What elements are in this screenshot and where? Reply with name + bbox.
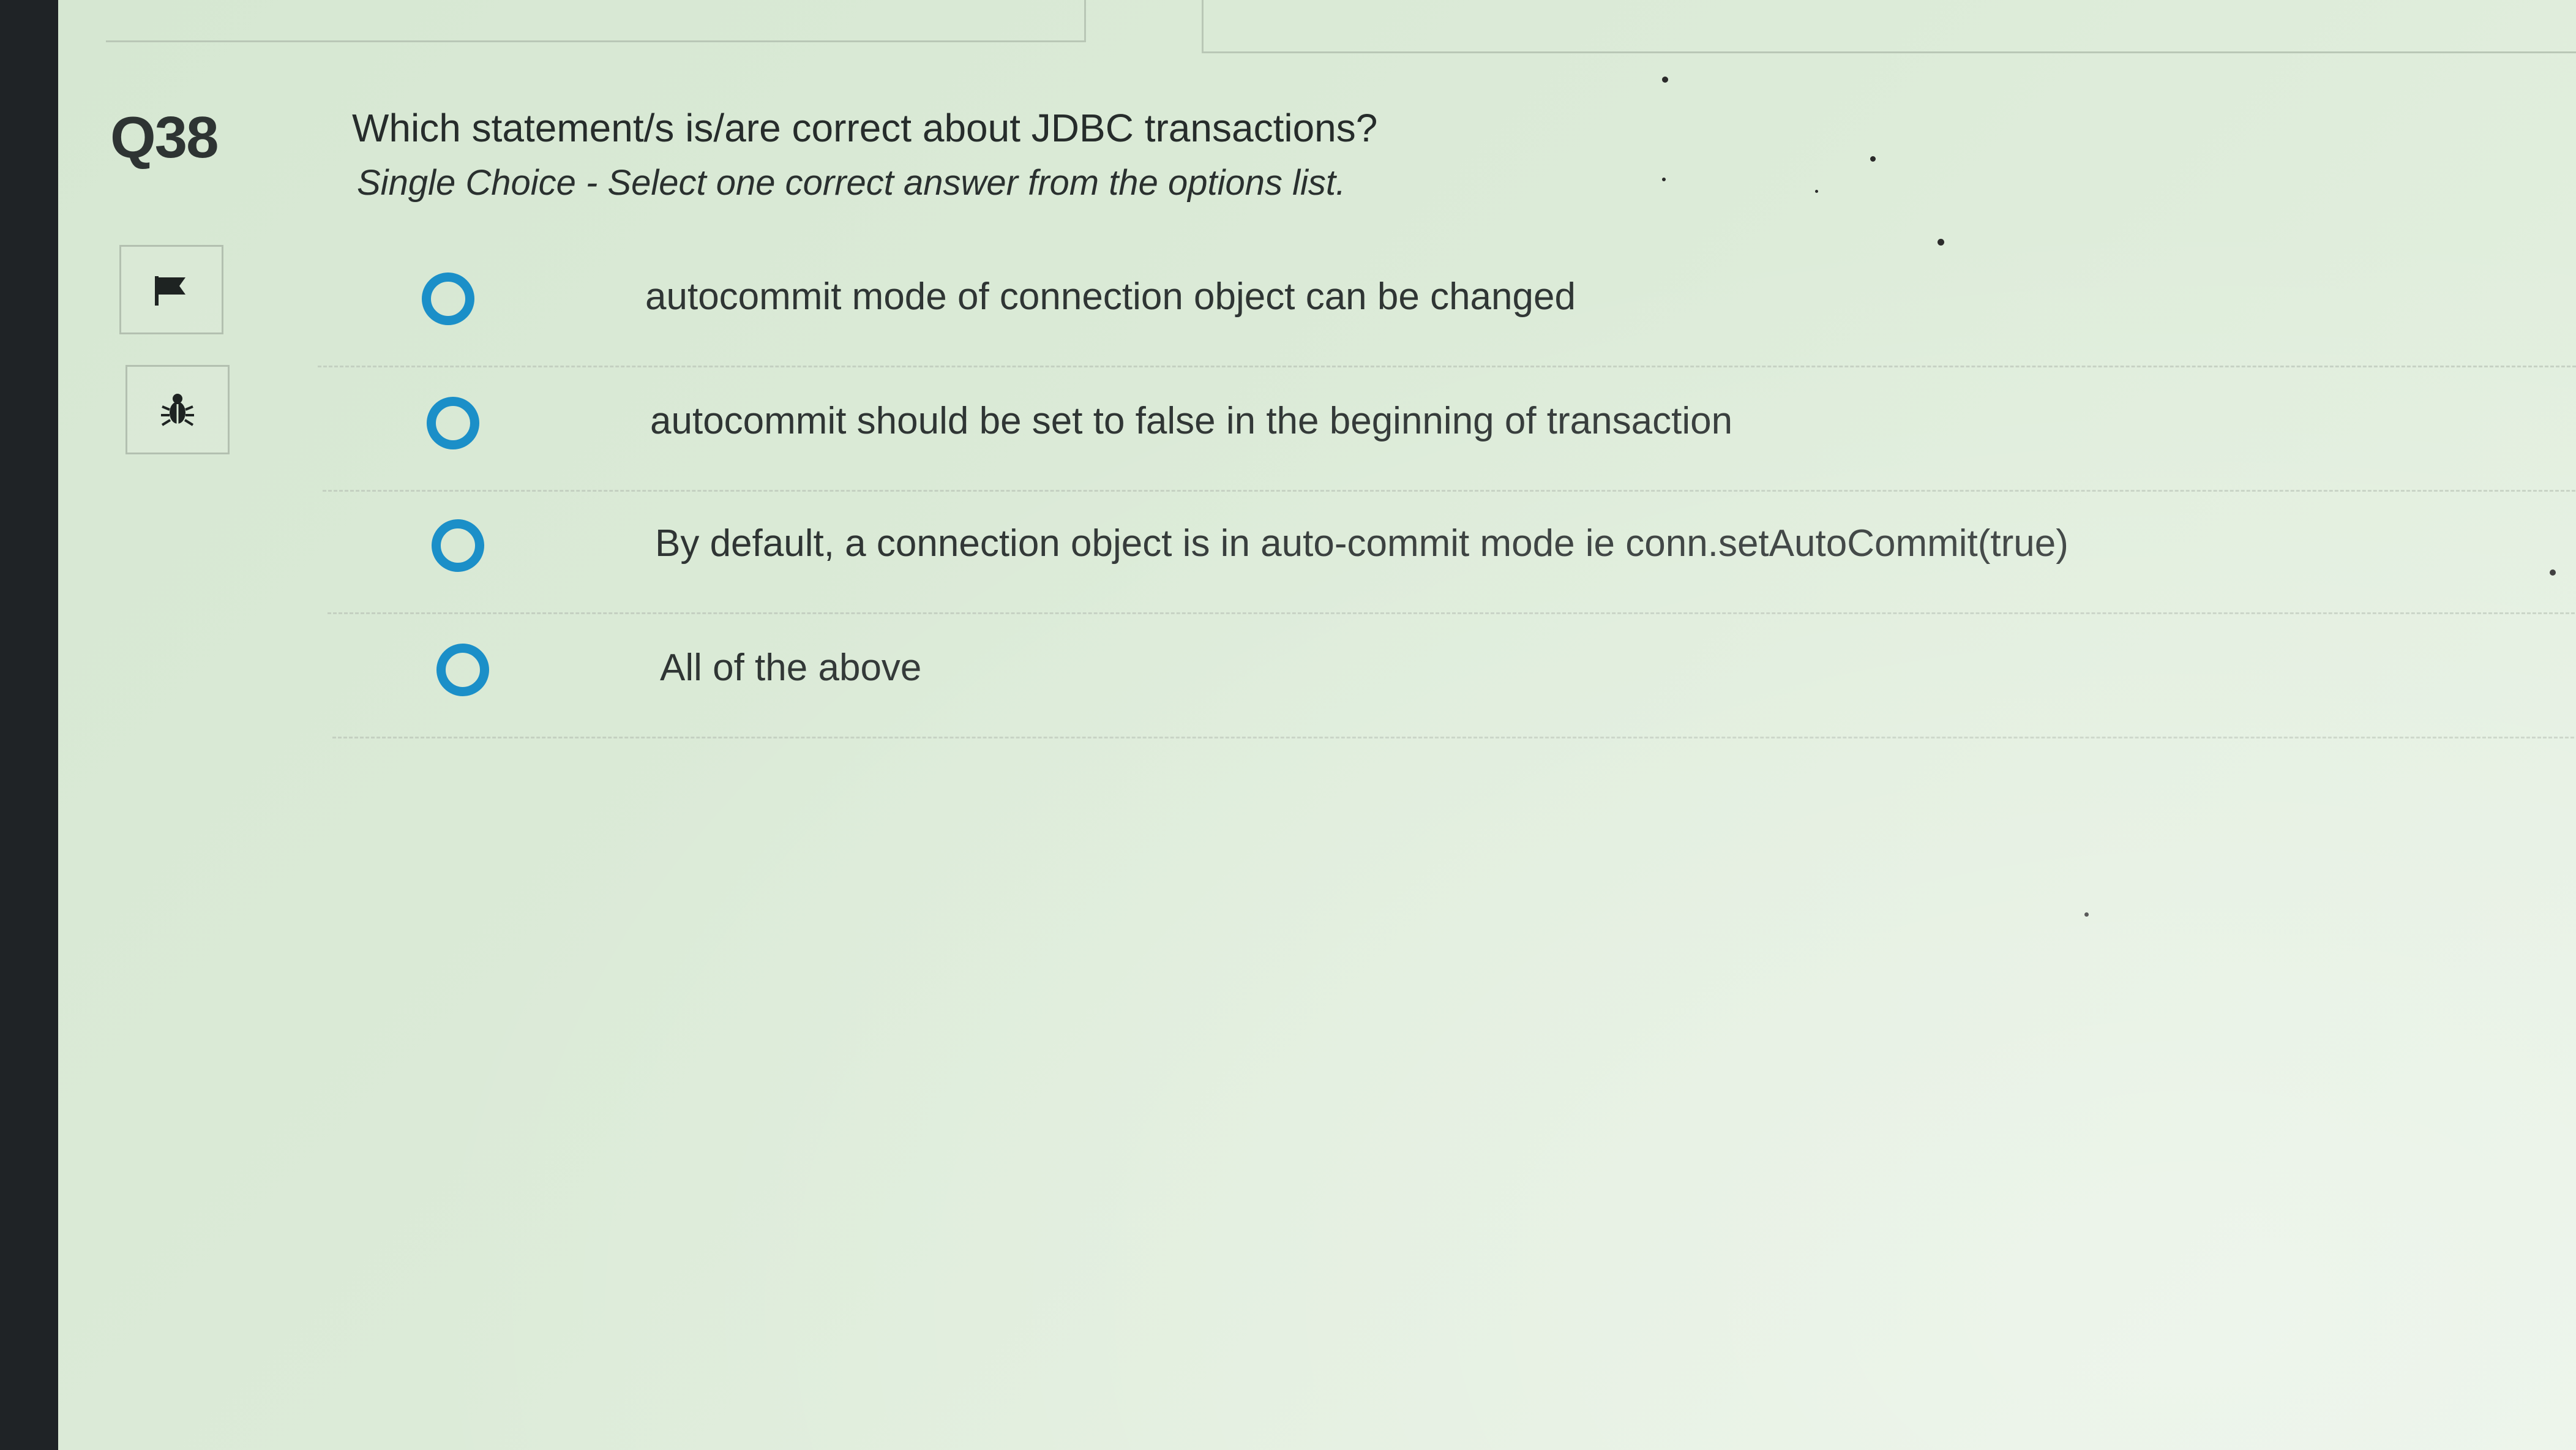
bug-icon — [161, 394, 194, 426]
question-text: Which statement/s is/are correct about J… — [352, 106, 1378, 150]
dust-speck — [2084, 912, 2089, 917]
dust-speck — [1815, 190, 1818, 193]
flag-button[interactable] — [119, 245, 223, 334]
option-radio-1[interactable] — [422, 272, 474, 325]
option-row-3[interactable]: By default, a connection object is in au… — [328, 490, 2576, 614]
option-label-2[interactable]: autocommit should be set to false in the… — [650, 399, 1732, 443]
question-number: Q38 — [110, 105, 219, 170]
report-bug-button[interactable] — [125, 365, 230, 454]
dust-speck — [1662, 178, 1666, 181]
option-label-1[interactable]: autocommit mode of connection object can… — [645, 275, 1576, 318]
dust-speck — [1870, 156, 1876, 162]
exam-screen: Q38 Which statement/s is/are correct abo… — [58, 0, 2576, 1450]
option-label-4[interactable]: All of the above — [660, 646, 921, 689]
option-radio-2[interactable] — [427, 397, 479, 449]
option-row-2[interactable]: autocommit should be set to false in the… — [323, 367, 2576, 492]
option-radio-4[interactable] — [436, 644, 489, 696]
dust-speck — [1938, 239, 1944, 246]
flag-icon — [155, 276, 185, 306]
option-radio-3[interactable] — [432, 519, 484, 572]
dust-speck — [2550, 569, 2556, 576]
question-instruction: Single Choice - Select one correct answe… — [357, 163, 1346, 203]
option-label-3[interactable]: By default, a connection object is in au… — [655, 522, 2069, 565]
top-panel-right — [1202, 0, 2576, 53]
option-row-1[interactable]: autocommit mode of connection object can… — [318, 243, 2576, 367]
top-panel-left — [106, 0, 1086, 42]
option-row-4[interactable]: All of the above — [332, 614, 2576, 738]
dust-speck — [1662, 77, 1668, 83]
